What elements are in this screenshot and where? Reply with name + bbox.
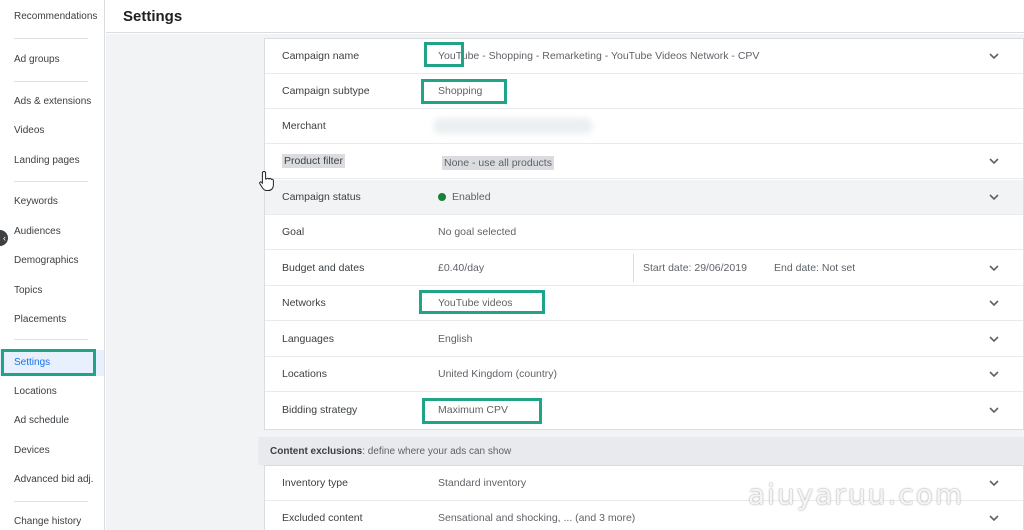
- chevron-down-icon[interactable]: [987, 476, 1001, 490]
- inventory-type-label: Inventory type: [282, 477, 348, 489]
- row-languages[interactable]: Languages English: [265, 322, 1023, 357]
- row-budget-dates[interactable]: Budget and dates £0.40/day Start date: 2…: [265, 251, 1023, 286]
- page-title: Settings: [123, 8, 183, 25]
- networks-label: Networks: [282, 297, 326, 309]
- sidebar-item-devices[interactable]: Devices: [14, 445, 50, 457]
- chevron-down-icon[interactable]: [987, 49, 1001, 63]
- sidebar-item-change-history[interactable]: Change history: [14, 516, 81, 528]
- budget-label: Budget and dates: [282, 262, 365, 274]
- sidebar-nav: Recommendations Ad groups Ads & extensio…: [0, 0, 105, 530]
- page-header: Settings: [106, 0, 1024, 33]
- chevron-down-icon[interactable]: [987, 511, 1001, 525]
- chevron-down-icon[interactable]: [987, 296, 1001, 310]
- merchant-value-redacted: [433, 118, 593, 134]
- end-date-value: End date: Not set: [774, 262, 856, 274]
- sidebar-divider: [14, 181, 88, 182]
- start-date-value: Start date: 29/06/2019: [643, 262, 747, 274]
- bidding-label: Bidding strategy: [282, 404, 358, 416]
- collapse-sidebar-button[interactable]: ‹: [0, 230, 8, 246]
- chevron-left-icon: ‹: [3, 233, 6, 243]
- main-content: Campaign name YouTube - Shopping - Remar…: [106, 34, 1024, 530]
- chevron-down-icon[interactable]: [987, 332, 1001, 346]
- product-filter-value: None - use all products: [442, 156, 554, 170]
- networks-value: YouTube videos: [438, 297, 513, 309]
- sidebar-item-topics[interactable]: Topics: [14, 285, 42, 297]
- chevron-down-icon[interactable]: [987, 261, 1001, 275]
- sidebar-item-landing-pages[interactable]: Landing pages: [14, 155, 80, 167]
- sidebar-item-locations[interactable]: Locations: [14, 386, 57, 398]
- sidebar-divider: [14, 81, 88, 82]
- languages-value: English: [438, 333, 473, 345]
- watermark: aiuyaruu.com: [748, 478, 965, 511]
- campaign-status-value: Enabled: [438, 191, 491, 203]
- goal-label: Goal: [282, 226, 305, 238]
- bidding-value: Maximum CPV: [438, 404, 509, 416]
- status-dot-icon: [438, 193, 446, 201]
- row-networks[interactable]: Networks YouTube videos: [265, 286, 1023, 321]
- inventory-type-value: Standard inventory: [438, 477, 527, 489]
- sidebar-item-audiences[interactable]: Audiences: [14, 226, 61, 238]
- campaign-name-label: Campaign name: [282, 50, 360, 62]
- sidebar-item-settings[interactable]: Settings: [14, 357, 50, 369]
- row-bidding-strategy[interactable]: Bidding strategy Maximum CPV: [265, 393, 1023, 428]
- chevron-down-icon[interactable]: [987, 154, 1001, 168]
- row-goal: Goal No goal selected: [265, 215, 1023, 250]
- sidebar-divider: [14, 38, 88, 39]
- sidebar-item-recommendations[interactable]: Recommendations: [14, 11, 97, 23]
- chevron-down-icon[interactable]: [987, 367, 1001, 381]
- content-exclusions-header: Content exclusions: define where your ad…: [258, 437, 1024, 465]
- sidebar-item-ad-groups[interactable]: Ad groups: [14, 54, 60, 66]
- campaign-status-label: Campaign status: [282, 191, 361, 203]
- row-campaign-subtype: Campaign subtype Shopping: [265, 74, 1023, 109]
- sidebar-divider: [14, 501, 88, 502]
- sidebar-item-ads-extensions[interactable]: Ads & extensions: [14, 96, 91, 108]
- sidebar-item-ad-schedule[interactable]: Ad schedule: [14, 415, 69, 427]
- row-merchant: Merchant: [265, 109, 1023, 144]
- settings-panel: Campaign name YouTube - Shopping - Remar…: [264, 38, 1024, 430]
- budget-value: £0.40/day: [438, 262, 485, 274]
- content-exclusions-title: Content exclusions: define where your ad…: [270, 446, 512, 457]
- locations-value: United Kingdom (country): [438, 368, 558, 380]
- goal-value: No goal selected: [438, 226, 517, 238]
- sidebar-item-demographics[interactable]: Demographics: [14, 255, 78, 267]
- product-filter-label: Product filter: [282, 154, 345, 168]
- row-campaign-name[interactable]: Campaign name YouTube - Shopping - Remar…: [265, 39, 1023, 74]
- merchant-label: Merchant: [282, 120, 326, 132]
- campaign-subtype-label: Campaign subtype: [282, 85, 370, 97]
- chevron-down-icon[interactable]: [987, 403, 1001, 417]
- chevron-down-icon[interactable]: [987, 190, 1001, 204]
- column-divider: [633, 254, 634, 282]
- languages-label: Languages: [282, 333, 334, 345]
- row-campaign-status[interactable]: Campaign status Enabled: [265, 180, 1023, 215]
- excluded-content-label: Excluded content: [282, 512, 363, 524]
- hand-cursor-icon: [258, 170, 276, 192]
- excluded-content-value: Sensational and shocking, ... (and 3 mor…: [438, 512, 636, 524]
- sidebar-item-placements[interactable]: Placements: [14, 314, 66, 326]
- sidebar-item-keywords[interactable]: Keywords: [14, 196, 58, 208]
- campaign-name-value: YouTube - Shopping - Remarketing - YouTu…: [438, 50, 760, 62]
- locations-label: Locations: [282, 368, 327, 380]
- row-product-filter[interactable]: Product filter None - use all products: [265, 144, 1023, 179]
- campaign-subtype-value: Shopping: [438, 85, 483, 97]
- sidebar-divider: [14, 339, 88, 340]
- sidebar-item-videos[interactable]: Videos: [14, 125, 44, 137]
- row-locations[interactable]: Locations United Kingdom (country): [265, 357, 1023, 392]
- sidebar-item-advanced-bid-adj[interactable]: Advanced bid adj.: [14, 474, 94, 486]
